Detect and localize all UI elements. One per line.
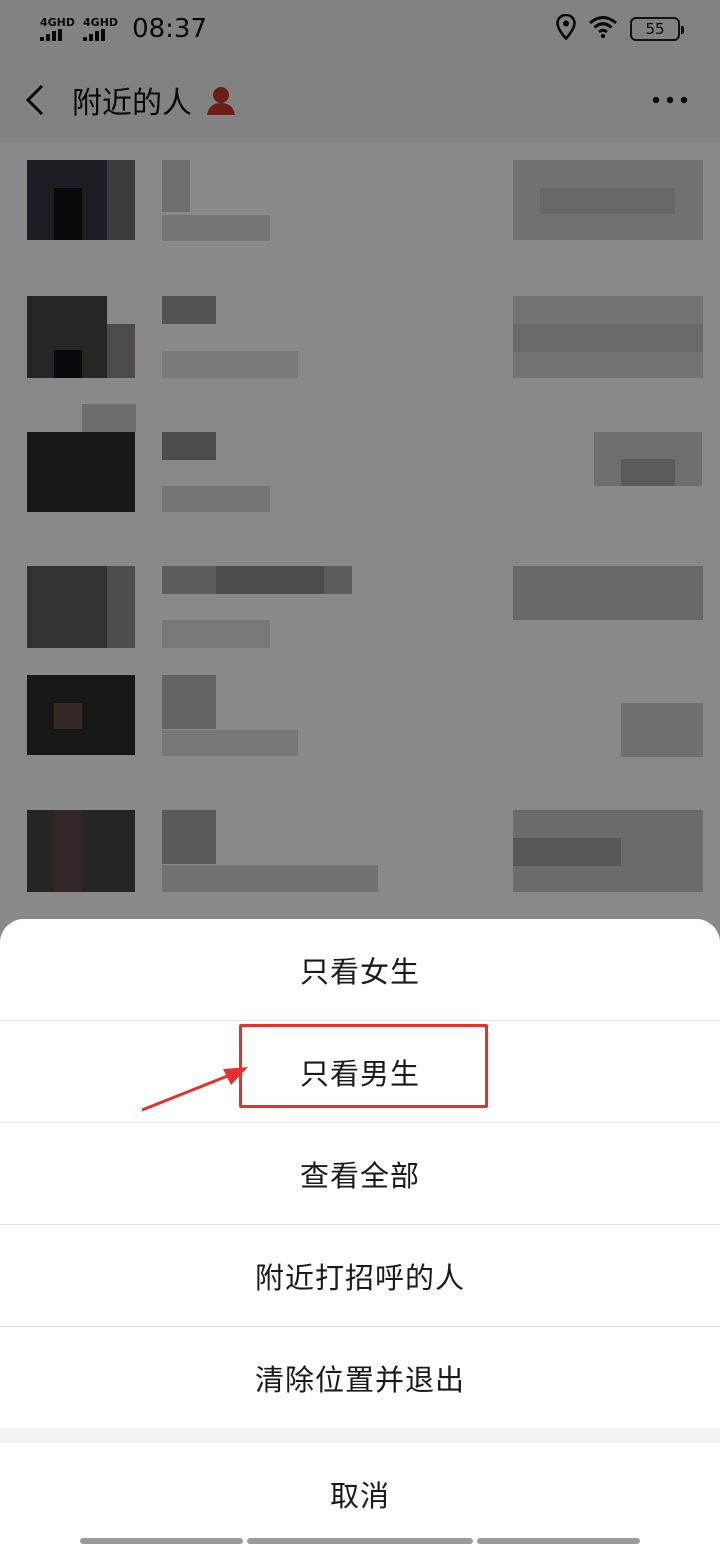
action-sheet: 只看女生 只看男生 查看全部 附近打招呼的人 清除位置并退出 取消 (0, 919, 720, 1544)
option-nearby-greetings[interactable]: 附近打招呼的人 (0, 1225, 720, 1326)
home-indicator (247, 1538, 473, 1544)
option-view-all[interactable]: 查看全部 (0, 1123, 720, 1224)
option-female-only[interactable]: 只看女生 (0, 919, 720, 1020)
option-clear-location-exit[interactable]: 清除位置并退出 (0, 1327, 720, 1428)
home-indicator (477, 1538, 640, 1544)
annotation-arrow-icon (141, 1067, 248, 1112)
svg-text:经验: 经验 (627, 1482, 671, 1508)
highlight-box (239, 1024, 488, 1108)
baidu-watermark-icon: Bai 经验 jingyan.baidu.com (552, 1463, 671, 1525)
home-indicator (80, 1538, 243, 1544)
svg-text:jingyan.baidu.com: jingyan.baidu.com (552, 1512, 654, 1525)
svg-text:Bai: Bai (552, 1483, 591, 1508)
